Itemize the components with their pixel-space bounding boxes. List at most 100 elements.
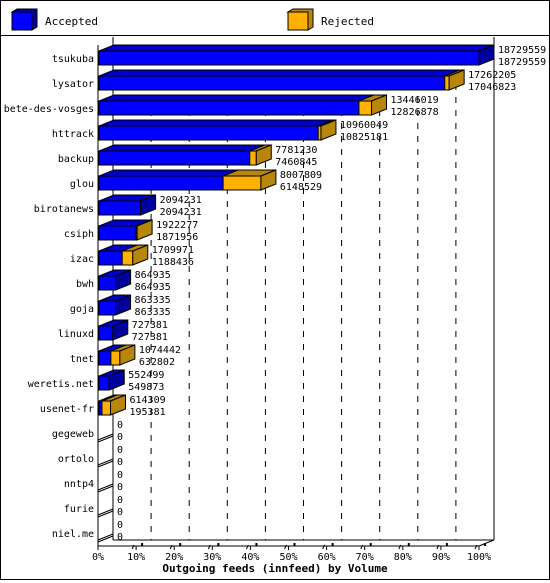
- category-label: glou: [70, 179, 94, 190]
- value-label-total: 13446019: [391, 95, 439, 106]
- floor-tick-mark: [255, 543, 258, 546]
- bar-group-weretis.net: [98, 369, 125, 391]
- value-label-total: 614309: [129, 395, 165, 406]
- value-label-total: 7781230: [275, 145, 317, 156]
- value-label-accepted: 863335: [135, 307, 171, 318]
- value-label-total: 17262205: [468, 70, 516, 81]
- bar-group-niel.me: [97, 533, 114, 543]
- x-tick-label: 100%: [467, 552, 491, 563]
- bar-group-tnet: [98, 344, 136, 366]
- legend-item-rejected: Rejected: [286, 8, 374, 31]
- bar-group-nntp4: [97, 483, 114, 493]
- value-label-total: 863335: [135, 295, 171, 306]
- value-label-accepted: 18729559: [498, 57, 546, 68]
- bar-group-httrack: [98, 119, 337, 141]
- bar-group-goja: [98, 294, 132, 316]
- bar-rejected: [121, 250, 134, 266]
- value-label-total: 8007809: [280, 170, 322, 181]
- category-label: bwh: [76, 279, 94, 290]
- value-label-total: 0: [117, 445, 123, 456]
- outgoing-feeds-chart: Accepted Rejected 0% 10% 20% 30% 40% 50% 60% 70%…: [4, 8, 546, 575]
- legend-swatch: [11, 11, 33, 31]
- floor-tick-mark: [407, 543, 410, 546]
- x-axis-label: Outgoing feeds (innfeed) by Volume: [162, 562, 388, 575]
- value-label-accepted: 1871956: [156, 232, 198, 243]
- floor-tick-mark: [484, 543, 486, 546]
- bar-group-linuxd: [98, 319, 129, 341]
- value-label-total: 2094231: [160, 195, 202, 206]
- value-label-accepted: 0: [117, 507, 123, 518]
- category-label: lysator: [52, 79, 94, 90]
- bar-group-furie: [97, 508, 114, 518]
- bar-accepted: [98, 275, 117, 291]
- x-tick-label: 0%: [92, 552, 104, 563]
- value-label-total: 552499: [128, 370, 164, 381]
- value-label-total: 0: [117, 520, 123, 531]
- floor-right-edge: [478, 539, 495, 547]
- bar-group-bwh: [98, 269, 132, 291]
- bar-accepted: [98, 150, 251, 166]
- value-label-total: 1709971: [152, 245, 194, 256]
- bar-accepted: [98, 200, 142, 216]
- bar-group-backup: [98, 144, 272, 166]
- grid: [150, 45, 457, 540]
- bar-group-tsukuba: [98, 44, 495, 66]
- value-label-accepted: 1188436: [152, 257, 194, 268]
- category-label: tsukuba: [52, 54, 94, 65]
- legend-label: Accepted: [45, 15, 98, 28]
- bar-accepted-top: [98, 169, 239, 177]
- value-label-accepted: 549873: [128, 382, 164, 393]
- legend-item-accepted: Accepted: [10, 8, 98, 31]
- value-label-total: 0: [117, 420, 123, 431]
- bar-accepted: [98, 75, 446, 91]
- bar-rejected: [444, 75, 450, 91]
- bar-group-lysator: [98, 69, 465, 91]
- bar-accepted: [98, 175, 224, 191]
- bar-accepted: [98, 100, 360, 116]
- bar-group-izac: [98, 244, 149, 266]
- value-label-accepted: 195381: [129, 407, 165, 418]
- legend-separator: [1, 35, 549, 36]
- category-label: birotanews: [34, 204, 94, 215]
- value-label-total: 1074442: [139, 345, 181, 356]
- category-label: izac: [70, 254, 94, 265]
- value-label-accepted: 6148529: [280, 182, 322, 193]
- legend-swatch: [287, 11, 309, 31]
- bar-accepted-top: [98, 119, 334, 127]
- bar-accepted-top: [98, 44, 495, 52]
- category-label: httrack: [52, 129, 94, 140]
- bar-rejected: [249, 150, 257, 166]
- value-label-total: 10960049: [340, 120, 388, 131]
- category-label: backup: [58, 154, 94, 165]
- bar-rejected: [110, 350, 121, 366]
- chart-frame: Accepted Rejected 0% 10% 20% 30% 40% 50% 60% 70%…: [0, 0, 550, 580]
- bar-group-glou: [98, 169, 277, 191]
- bars: [97, 44, 495, 543]
- x-tick-label: 90%: [432, 552, 450, 563]
- bar-group-gegeweb: [97, 433, 114, 443]
- category-label: niel.me: [52, 529, 94, 540]
- value-label-accepted: 632802: [139, 357, 175, 368]
- value-label-accepted: 17046823: [468, 82, 516, 93]
- bar-accepted: [98, 375, 110, 391]
- bar-accepted-top: [98, 94, 375, 102]
- value-label-accepted: 7460845: [275, 157, 317, 168]
- x-tick-label: 10%: [127, 552, 145, 563]
- bar-group-ortolo: [97, 458, 114, 468]
- category-label: goja: [70, 304, 94, 315]
- value-label-total: 18729559: [498, 45, 546, 56]
- category-label: gegeweb: [52, 429, 94, 440]
- value-label-accepted: 0: [117, 432, 123, 443]
- floor-tick-mark: [445, 543, 448, 546]
- bar-rejected: [101, 400, 111, 416]
- x-tick-label: 80%: [394, 552, 412, 563]
- floor-tick-mark: [369, 543, 372, 546]
- bar-accepted: [98, 350, 112, 366]
- legend-label: Rejected: [321, 15, 374, 28]
- floor-tick-mark: [331, 543, 334, 546]
- value-label-total: 727381: [132, 320, 168, 331]
- bar-rejected: [222, 175, 262, 191]
- value-label-total: 0: [117, 470, 123, 481]
- value-label-total: 0: [117, 495, 123, 506]
- bar-group-usenet-fr: [98, 394, 126, 416]
